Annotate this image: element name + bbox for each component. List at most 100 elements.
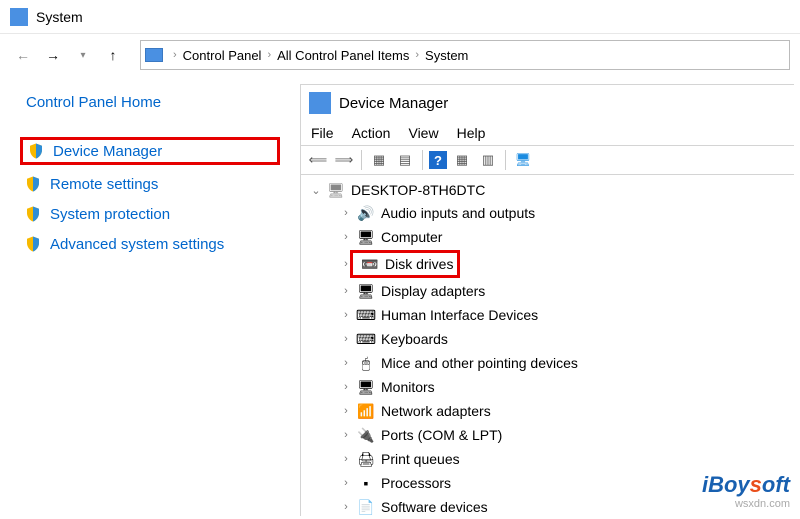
tree-node[interactable]: ›🖥 Monitors <box>309 375 794 399</box>
expand-icon[interactable]: › <box>339 424 353 446</box>
breadcrumb-item[interactable]: Control Panel <box>179 48 266 63</box>
tree-node-label: Monitors <box>381 376 435 398</box>
tree-node[interactable]: ›⌨ Keyboards <box>309 327 794 351</box>
sidebar-item-device-manager[interactable]: Device Manager <box>20 137 280 165</box>
expand-icon[interactable]: › <box>339 280 353 302</box>
tree-node-label: Mice and other pointing devices <box>381 352 578 374</box>
device-category-icon: 🔊 <box>357 204 375 222</box>
expand-icon[interactable]: › <box>339 496 353 518</box>
toolbar-separator <box>505 150 506 170</box>
expand-icon[interactable]: › <box>339 328 353 350</box>
device-category-icon: ⌨ <box>357 306 375 324</box>
toolbar-back-icon[interactable]: ⟸ <box>307 149 329 171</box>
tree-node-label: Computer <box>381 226 442 248</box>
tree-node-label: Disk drives <box>385 253 453 275</box>
tree-node[interactable]: ›📶 Network adapters <box>309 399 794 423</box>
brand-logo: iBoysoft <box>702 472 790 498</box>
sidebar-item-remote-settings[interactable]: Remote settings <box>20 173 280 195</box>
expand-icon[interactable]: › <box>339 352 353 374</box>
device-manager-titlebar: Device Manager <box>301 85 794 121</box>
device-category-icon: ▪ <box>357 474 375 492</box>
tree-node[interactable]: ›🔌 Ports (COM & LPT) <box>309 423 794 447</box>
tree-root-node[interactable]: ⌄ 🖥 DESKTOP-8TH6DTC <box>309 181 794 199</box>
chevron-right-icon[interactable]: › <box>265 49 273 61</box>
shield-icon <box>24 235 42 253</box>
toolbar-scan-icon[interactable]: ▦ <box>451 149 473 171</box>
left-sidebar: Control Panel Home Device Manager Remote … <box>0 76 300 516</box>
tree-node-label: Print queues <box>381 448 460 470</box>
menu-action[interactable]: Action <box>352 125 391 141</box>
recent-dropdown[interactable]: ▾ <box>70 42 96 68</box>
device-category-icon: 📄 <box>357 498 375 516</box>
device-category-icon: 🖥 <box>357 378 375 396</box>
sidebar-item-label: Advanced system settings <box>50 236 224 253</box>
shield-icon <box>24 205 42 223</box>
expand-icon[interactable]: › <box>339 202 353 224</box>
tree-node-label: Software devices <box>381 496 488 518</box>
control-panel-home-link[interactable]: Control Panel Home <box>26 94 280 111</box>
tree-root-label: DESKTOP-8TH6DTC <box>351 182 485 198</box>
computer-icon: 🖥 <box>327 181 345 199</box>
toolbar-details-icon[interactable]: ▦ <box>368 149 390 171</box>
forward-button[interactable]: → <box>40 42 66 68</box>
expand-icon[interactable]: › <box>339 448 353 470</box>
up-button[interactable]: ↑ <box>100 42 126 68</box>
sidebar-item-system-protection[interactable]: System protection <box>20 203 280 225</box>
window-title: System <box>36 9 83 25</box>
toolbar-icons-icon[interactable]: ▤ <box>394 149 416 171</box>
device-category-icon: 🖥 <box>357 228 375 246</box>
menu-view[interactable]: View <box>408 125 438 141</box>
expand-icon[interactable]: › <box>339 226 353 248</box>
toolbar-computer-icon[interactable]: ▥ <box>477 149 499 171</box>
device-category-icon: 🔌 <box>357 426 375 444</box>
tree-node[interactable]: ›🖥Display adapters <box>309 279 794 303</box>
breadcrumb-item[interactable]: System <box>421 48 472 63</box>
chevron-right-icon[interactable]: › <box>413 49 421 61</box>
tree-node-label: Human Interface Devices <box>381 304 538 326</box>
toolbar-forward-icon[interactable]: ⟹ <box>333 149 355 171</box>
system-icon <box>10 8 28 26</box>
expand-icon[interactable]: › <box>339 376 353 398</box>
device-category-icon: 📶 <box>357 402 375 420</box>
expand-icon[interactable]: › <box>339 304 353 326</box>
device-category-icon: 🖱 <box>357 354 375 372</box>
device-manager-icon <box>309 92 331 114</box>
sidebar-item-label: Remote settings <box>50 176 158 193</box>
collapse-icon[interactable]: ⌄ <box>309 184 323 197</box>
breadcrumb-item[interactable]: All Control Panel Items <box>273 48 413 63</box>
navigation-bar: ← → ▾ ↑ › Control Panel › All Control Pa… <box>0 34 800 76</box>
toolbar-separator <box>361 150 362 170</box>
tree-node-label: Audio inputs and outputs <box>381 202 535 224</box>
tree-node-label: Network adapters <box>381 400 491 422</box>
device-manager-menubar: File Action View Help <box>301 121 794 145</box>
device-category-icon: ⌨ <box>357 330 375 348</box>
menu-file[interactable]: File <box>311 125 334 141</box>
tree-node[interactable]: ›🖨 Print queues <box>309 447 794 471</box>
expand-icon[interactable]: › <box>339 400 353 422</box>
back-button[interactable]: ← <box>10 42 36 68</box>
tree-node[interactable]: ›🔊 Audio inputs and outputs <box>309 201 794 225</box>
sidebar-item-advanced-system-settings[interactable]: Advanced system settings <box>20 233 280 255</box>
watermark-url: wsxdn.com <box>702 498 790 510</box>
sidebar-item-label: System protection <box>50 206 170 223</box>
expand-icon[interactable]: › <box>339 472 353 494</box>
toolbar-monitor-icon[interactable]: 🖥 <box>512 149 534 171</box>
address-bar[interactable]: › Control Panel › All Control Panel Item… <box>140 40 790 70</box>
tree-node-label: Processors <box>381 472 451 494</box>
tree-node[interactable]: ›🖥 Computer <box>309 225 794 249</box>
toolbar-separator <box>422 150 423 170</box>
tree-node[interactable]: ›🖱 Mice and other pointing devices <box>309 351 794 375</box>
tree-node-label: Keyboards <box>381 328 448 350</box>
window-title-bar: System <box>0 0 800 34</box>
device-category-icon: 🖨 <box>357 450 375 468</box>
shield-icon <box>24 175 42 193</box>
device-tree: ⌄ 🖥 DESKTOP-8TH6DTC ›🔊Audio inputs and o… <box>301 175 794 519</box>
tree-node[interactable]: ›📼Disk drives <box>309 249 794 279</box>
device-manager-title: Device Manager <box>339 95 448 112</box>
toolbar-help-icon[interactable]: ? <box>429 151 447 169</box>
device-manager-panel: Device Manager File Action View Help ⟸ ⟹… <box>300 84 794 516</box>
chevron-right-icon[interactable]: › <box>171 49 179 61</box>
menu-help[interactable]: Help <box>457 125 486 141</box>
tree-node-label: Ports (COM & LPT) <box>381 424 502 446</box>
tree-node[interactable]: ›⌨ Human Interface Devices <box>309 303 794 327</box>
